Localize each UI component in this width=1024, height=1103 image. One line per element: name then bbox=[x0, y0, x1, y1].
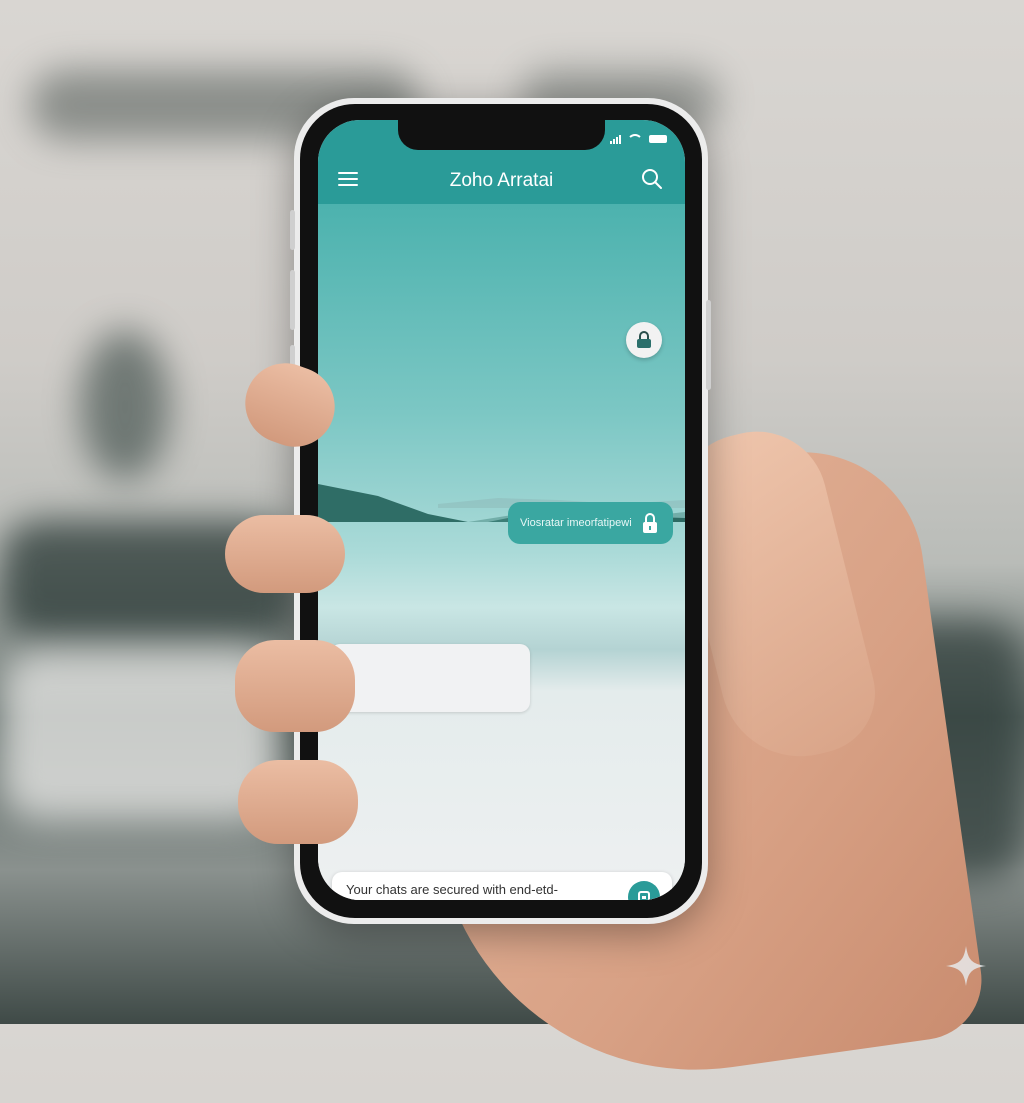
encryption-lock-avatar[interactable] bbox=[626, 322, 662, 358]
encryption-notice[interactable]: Your chats are secured with end-etd- enz… bbox=[332, 872, 672, 900]
search-icon[interactable] bbox=[641, 168, 663, 190]
phone-side-button bbox=[706, 300, 711, 390]
encryption-info-button[interactable] bbox=[628, 881, 660, 900]
encryption-notice-text: Your chats are secured with end-etd- enz… bbox=[346, 882, 558, 897]
phone-side-button bbox=[290, 210, 295, 250]
outgoing-message-text: Viosratar imeorfatipewi bbox=[520, 517, 632, 529]
outgoing-message-bubble[interactable]: Viosratar imeorfatipewi bbox=[508, 502, 673, 544]
wifi-icon bbox=[627, 134, 643, 144]
lock-icon bbox=[643, 513, 657, 533]
hand-finger bbox=[225, 515, 345, 593]
chat-background: Viosratar imeorfatipewi Your chats are s… bbox=[318, 204, 685, 900]
hand-finger bbox=[235, 640, 355, 732]
battery-icon bbox=[649, 135, 667, 143]
phone-screen: Zoho Arratai Viosratar imeorfatipewi You… bbox=[318, 120, 685, 900]
sparkle-icon bbox=[946, 946, 986, 986]
camera-notch bbox=[398, 120, 605, 150]
signal-icon bbox=[610, 134, 621, 144]
app-title: Zoho Arratai bbox=[449, 170, 554, 191]
lock-icon bbox=[638, 891, 650, 900]
background-blur bbox=[80, 330, 170, 480]
lock-icon bbox=[637, 331, 651, 348]
hand-finger bbox=[238, 760, 358, 844]
status-bar bbox=[610, 134, 667, 144]
phone-side-button bbox=[290, 270, 295, 330]
incoming-message-bubble[interactable] bbox=[330, 644, 530, 712]
